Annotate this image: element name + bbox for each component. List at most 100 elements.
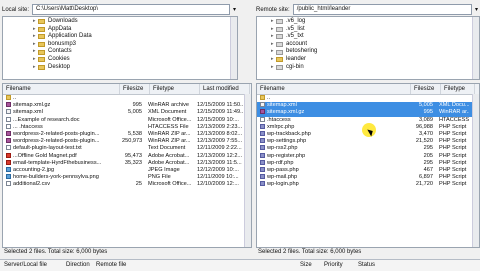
queue-column-size[interactable]: Size — [296, 260, 320, 271]
file-type-icon — [6, 130, 11, 136]
column-filetype[interactable]: Filetype — [441, 84, 475, 94]
remote-folder-tree[interactable]: ▸ .v6_log ▸ .v5_list ▸ .v5_txt ▸ account ▸ betosh… — [256, 16, 480, 80]
folder-icon — [38, 49, 45, 55]
file-row[interactable]: ...Example of research.doc Microsoft Offi… — [3, 117, 251, 124]
file-type-icon — [260, 166, 265, 172]
file-row[interactable]: ... .htaccess HTACCESS File 12/13/2009 2:2… — [3, 124, 251, 131]
file-name-cell: sitemap.xml — [257, 102, 410, 109]
file-type-cell: HTACCESS — [439, 116, 469, 123]
tree-folder-label: Desktop — [48, 63, 71, 70]
tree-folder-label: cgi-bin — [286, 63, 304, 70]
file-row[interactable]: sitemap.xml 5,005 XML Document 12/15/2009 1… — [3, 109, 251, 116]
file-type-icon — [6, 102, 11, 108]
file-row[interactable]: .. — [257, 95, 479, 102]
file-row[interactable]: sitemap.xml.gz 995 WinRAR archive 12/15/200… — [3, 102, 251, 109]
file-size-cell: 205 — [423, 152, 433, 159]
file-size-cell: 35,323 — [124, 159, 142, 166]
tree-folder-item[interactable]: ▸ bonusmp3 — [33, 41, 237, 49]
file-row[interactable]: accounting-2.jpg JPEG Image 12/12/2009 10:… — [3, 167, 251, 174]
file-name-cell: wp-trackback.php — [257, 131, 410, 138]
folder-icon — [38, 19, 45, 25]
tree-folder-item[interactable]: ▸ Downloads — [33, 18, 237, 26]
file-size-cell: 467 — [423, 166, 433, 173]
tree-folder-item[interactable]: ▸ .v5_list — [271, 26, 479, 34]
file-name-cell: .. — [257, 95, 410, 102]
file-name: accounting-2.jpg — [13, 166, 55, 173]
file-type-cell: PHP Script — [439, 145, 467, 152]
queue-column-remote-file[interactable]: Remote file — [92, 260, 296, 271]
file-row[interactable]: .. — [3, 95, 251, 102]
file-row[interactable]: wp-login.php 21,720 PHP Script — [257, 181, 479, 188]
queue-column-priority[interactable]: Priority — [320, 260, 354, 271]
local-file-list[interactable]: Filename Filesize Filetype Last modified… — [2, 83, 252, 248]
file-name: ...Offline Gold Magnet.pdf — [13, 152, 77, 159]
column-filename[interactable]: Filename — [257, 84, 411, 94]
queue-column-local-file[interactable]: Server/Local file — [0, 260, 62, 271]
mouse-cursor-highlight — [362, 123, 376, 137]
tree-folder-item[interactable]: ▸ Contacts — [33, 48, 237, 56]
local-path-field[interactable]: C:\Users\Matt\Desktop\ — [32, 4, 230, 15]
tree-folder-item[interactable]: ▸ .v6_log — [271, 18, 479, 26]
local-folder-tree[interactable]: ▸ Downloads ▸ AppData ▸ Application Data ▸ bonu… — [2, 16, 238, 80]
file-name-cell: ...Offline Gold Magnet.pdf — [3, 153, 119, 160]
remote-path-field[interactable]: /public_html/leander — [292, 4, 472, 15]
file-row[interactable]: wordpress-2-related-posts-plugin... 5,538… — [3, 131, 251, 138]
file-row[interactable]: email-template-HyrdFthebusiness... 35,323… — [3, 160, 251, 167]
file-row[interactable]: sitemap.xml.gz 995 WinRAR ar... — [257, 109, 479, 117]
file-size-cell — [119, 124, 145, 131]
file-row[interactable]: wp-register.php 205 PHP Script — [257, 153, 479, 160]
file-row[interactable]: additional2.csv 25 Microsoft Office... 12/1… — [3, 181, 251, 188]
file-name: .. — [13, 95, 17, 101]
queue-column-direction[interactable]: Direction — [62, 260, 92, 271]
transfer-queue-header: Server/Local file Direction Remote file … — [0, 259, 480, 271]
tree-folder-item[interactable]: ▸ account — [271, 41, 479, 49]
file-row[interactable]: wp-mail.php 6,897 PHP Script — [257, 174, 479, 181]
column-filesize[interactable]: Filesize — [120, 84, 150, 94]
file-type-cell: Text Document — [148, 145, 186, 152]
tree-folder-label: Contacts — [48, 48, 72, 55]
file-name: default-plugin-layout-test.txt — [13, 145, 82, 152]
file-row[interactable]: ...Offline Gold Magnet.pdf 95,473 Adobe Ac… — [3, 153, 251, 160]
file-row[interactable]: wp-rdf.php 295 PHP Script — [257, 160, 479, 167]
column-filename[interactable]: Filename — [3, 84, 120, 94]
tree-folder-item[interactable]: ▸ betoshering — [271, 48, 479, 56]
tree-folder-item[interactable]: ▸ Desktop — [33, 64, 237, 72]
tree-folder-item[interactable]: ▸ Cookies — [33, 56, 237, 64]
folder-icon — [276, 19, 283, 25]
file-size-cell: 6,897 — [419, 174, 433, 181]
column-filetype[interactable]: Filetype — [150, 84, 200, 94]
file-modified-cell: 12/11/2009 2:22... — [197, 145, 242, 152]
tree-folder-label: Cookies — [48, 55, 70, 62]
file-row[interactable]: wp-rss2.php 295 PHP Script — [257, 145, 479, 152]
column-last-modified[interactable]: Last modified — [200, 84, 250, 94]
remote-tree-scrollbar[interactable] — [472, 17, 479, 79]
file-type-cell: WinRAR ZIP ar... — [148, 130, 191, 137]
file-type-icon — [260, 95, 265, 101]
chevron-down-icon[interactable]: ▾ — [475, 6, 478, 13]
tree-folder-item[interactable]: ▸ Application Data — [33, 33, 237, 41]
file-row[interactable]: wp-settings.php 21,520 PHP Script — [257, 138, 479, 145]
file-row[interactable]: home-builders-york-pennsylva.png PNG File… — [3, 174, 251, 181]
file-type-cell: PHP Script — [439, 166, 467, 173]
tree-folder-label: betoshering — [286, 48, 318, 55]
file-name-cell: wp-pass.php — [257, 167, 410, 174]
column-filesize[interactable]: Filesize — [411, 84, 441, 94]
remote-file-list[interactable]: Filename Filesize Filetype .. sitemap.xml… — [256, 83, 480, 248]
local-tree-scrollbar[interactable] — [230, 17, 237, 79]
file-row[interactable]: default-plugin-layout-test.txt Text Docum… — [3, 145, 251, 152]
tree-folder-label: account — [286, 40, 308, 47]
chevron-down-icon[interactable]: ▾ — [233, 6, 236, 13]
file-type-cell — [145, 95, 194, 102]
file-row[interactable]: wp-pass.php 467 PHP Script — [257, 167, 479, 174]
local-list-scrollbar[interactable] — [244, 94, 251, 247]
tree-folder-item[interactable]: ▸ cgi-bin — [271, 64, 479, 72]
file-row[interactable]: sitemap.xml 5,005 XML Docu... — [257, 102, 479, 110]
file-row[interactable]: wordpress-2-related-posts-plugin... 250,9… — [3, 138, 251, 145]
queue-column-status[interactable]: Status — [354, 260, 398, 271]
file-type-cell: WinRAR archive — [148, 102, 190, 109]
tree-folder-item[interactable]: ▸ .v5_txt — [271, 33, 479, 41]
file-type-cell: JPEG Image — [148, 166, 180, 173]
tree-folder-item[interactable]: ▸ AppData — [33, 26, 237, 34]
tree-folder-item[interactable]: ▸ leander — [271, 56, 479, 64]
remote-list-scrollbar[interactable] — [472, 94, 479, 247]
